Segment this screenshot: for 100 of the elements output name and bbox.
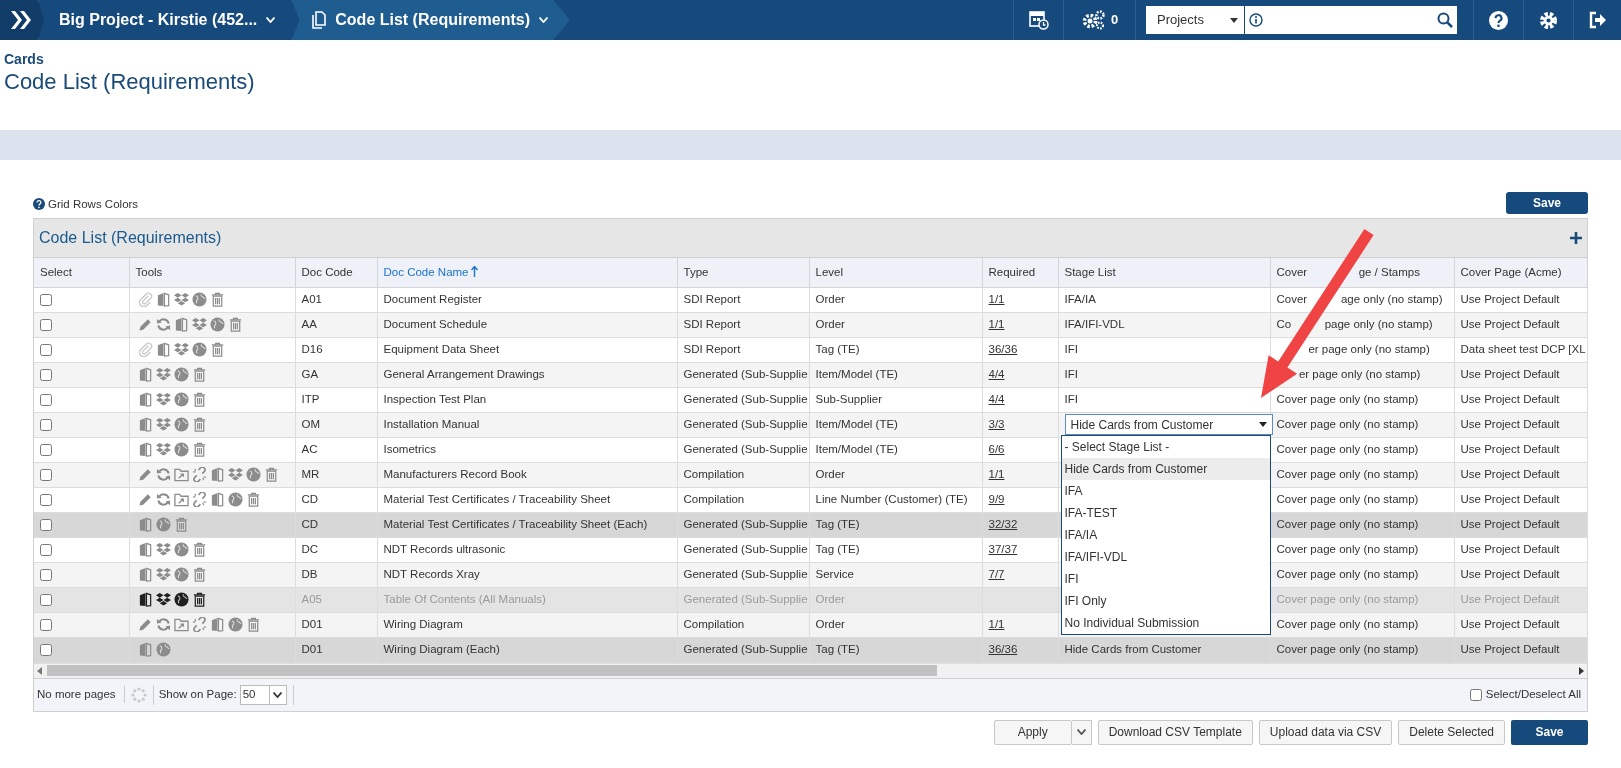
table-cell-text: Equipment Data Sheet (383, 341, 500, 357)
required-link[interactable]: 1/1 (988, 317, 1005, 330)
table-cell-text: AA (301, 316, 317, 332)
table-cell-text: Cover page only (no stamp) (1276, 591, 1419, 607)
table-cell-text: Cover (1276, 291, 1308, 307)
table-cell-text: Sub-Supplier (815, 391, 882, 407)
table-cell-text: Use Project Default (1460, 416, 1560, 432)
table-cell-text: Generated (Sub-Supplie (683, 366, 808, 382)
table-cell-text: Inspection Test Plan (383, 391, 487, 407)
required-link[interactable]: 7/7 (988, 567, 1005, 580)
scope-select[interactable]: Projects (1146, 6, 1244, 34)
required-link[interactable]: 4/4 (988, 392, 1005, 405)
table-cell-text: Manufacturers Record Book (383, 466, 527, 482)
table-cell-text: D01 (301, 616, 323, 632)
table-cell-text: DB (301, 566, 318, 582)
table-cell-text: Cover page only (no stamp) (1276, 566, 1419, 582)
table-cell-text: Hide Cards from Customer (1064, 641, 1202, 657)
table-cell-text: MR (301, 466, 320, 482)
table-cell-text: Compilation (683, 491, 745, 507)
table-cell-text: SDI Report (683, 291, 741, 307)
required-link[interactable]: 6/6 (988, 442, 1005, 455)
column-header[interactable]: Stage List (1064, 263, 1116, 281)
paging-status: No more pages (37, 685, 125, 704)
action-button[interactable]: Delete Selected (1398, 719, 1505, 745)
table-cell-text: Cover page only (no stamp) (1276, 441, 1419, 457)
column-header[interactable]: ge / Stamps (1358, 263, 1420, 281)
table-cell-text: Generated (Sub-Supplie (683, 566, 808, 582)
table-cell-text: SDI Report (683, 316, 741, 332)
table-cell-text: Cover page only (no stamp) (1276, 516, 1419, 532)
table-cell-text: Generated (Sub-Supplie (683, 391, 808, 407)
required-link[interactable]: 37/37 (988, 542, 1018, 555)
stage-select[interactable]: Hide Cards from Customer (1064, 414, 1273, 435)
table-cell-text: IFA/IA (1064, 291, 1096, 307)
table-cell-text: Use Project Default (1460, 441, 1560, 457)
table-cell-text: Tag (TE) (815, 541, 860, 557)
save-button[interactable]: Save (1506, 192, 1588, 214)
column-header[interactable]: Select (40, 263, 72, 281)
section-label: Cards (4, 50, 45, 68)
action-button[interactable]: Download CSV Template (1097, 719, 1253, 745)
apply-button[interactable]: Apply (993, 719, 1072, 745)
required-link[interactable]: 36/36 (988, 342, 1018, 355)
table-cell-text: Co (1276, 316, 1292, 332)
table-cell-text: Use Project Default (1460, 591, 1560, 607)
breadcrumb-dropdown[interactable]: Code List (Requirements) (291, 0, 570, 40)
table-cell-text: Use Project Default (1460, 541, 1560, 557)
table-cell-text: Order (815, 616, 845, 632)
table-cell-text: Cover page only (no stamp) (1276, 491, 1419, 507)
dropdown-option[interactable]: Hide Cards from Customer (1061, 457, 1270, 480)
column-header[interactable]: Cover Page (Acme) (1460, 263, 1562, 281)
column-header[interactable]: Doc Code Name (383, 263, 469, 281)
table-cell-text: CD (301, 491, 319, 507)
table-cell-text: GA (301, 366, 319, 382)
table-cell-text: Service (815, 566, 854, 582)
table-cell-text: page only (no stamp) (1324, 316, 1433, 332)
table-cell-text: Cover page only (no stamp) (1276, 541, 1419, 557)
grid-rows-colors-link[interactable]: Grid Rows Colors (48, 195, 139, 213)
action-button[interactable]: Upload data via CSV (1258, 719, 1393, 745)
table-cell-text: Cover page only (no stamp) (1276, 416, 1419, 432)
table-cell-text: Cover page only (no stamp) (1276, 641, 1419, 657)
required-link[interactable]: 32/32 (988, 517, 1018, 530)
table-cell-text: age only (no stamp) (1340, 291, 1443, 307)
table-cell-text: D01 (301, 641, 323, 657)
required-link[interactable]: 36/36 (988, 642, 1018, 655)
table-cell-text: Installation Manual (383, 416, 480, 432)
table-cell-text: IFI (1064, 366, 1078, 382)
required-link[interactable]: 3/3 (988, 417, 1005, 430)
column-header[interactable]: Tools (135, 263, 163, 281)
table-cell-text: Compilation (683, 466, 745, 482)
table-cell-text: Tag (TE) (815, 641, 860, 657)
table-cell-text: Document Register (383, 291, 482, 307)
required-link[interactable]: 4/4 (988, 367, 1005, 380)
table-cell-text: IFI (1064, 341, 1078, 357)
table-cell-text: er page only (no stamp) (1308, 341, 1430, 357)
table-cell-text: OM (301, 416, 321, 432)
page-size-select[interactable]: 50 (239, 684, 287, 705)
required-link[interactable]: 9/9 (988, 492, 1005, 505)
table-cell-text: Use Project Default (1460, 491, 1560, 507)
save-button[interactable]: Save (1511, 719, 1588, 745)
table-cell-text: Generated (Sub-Supplie (683, 516, 808, 532)
jobs-button[interactable]: 0 (1063, 0, 1135, 40)
table-cell-text: Item/Model (TE) (815, 416, 898, 432)
table-cell-text: Document Schedule (383, 316, 488, 332)
table-cell-text: IFI (1064, 391, 1078, 407)
table-cell-text: Cover page only (no stamp) (1276, 466, 1419, 482)
table-cell-text: Data sheet test DCP [XL (1460, 341, 1586, 357)
table-cell-text: Generated (Sub-Supplie (683, 416, 808, 432)
table-cell-text: Cover page only (no stamp) (1276, 616, 1419, 632)
column-header[interactable]: Level (815, 263, 843, 281)
required-link[interactable]: 1/1 (988, 292, 1005, 305)
table-cell-text: Generated (Sub-Supplie (683, 641, 808, 657)
table-cell-text: Order (815, 591, 845, 607)
table-cell-text: Compilation (683, 616, 745, 632)
column-header[interactable]: Doc Code (301, 263, 353, 281)
column-header[interactable]: Required (988, 263, 1036, 281)
required-link[interactable]: 1/1 (988, 617, 1005, 630)
required-link[interactable]: 1/1 (988, 467, 1005, 480)
column-header[interactable]: Cover (1276, 263, 1308, 281)
table-cell-text: SDI Report (683, 341, 741, 357)
column-header[interactable]: Type (683, 263, 709, 281)
table-cell-text: Order (815, 466, 845, 482)
